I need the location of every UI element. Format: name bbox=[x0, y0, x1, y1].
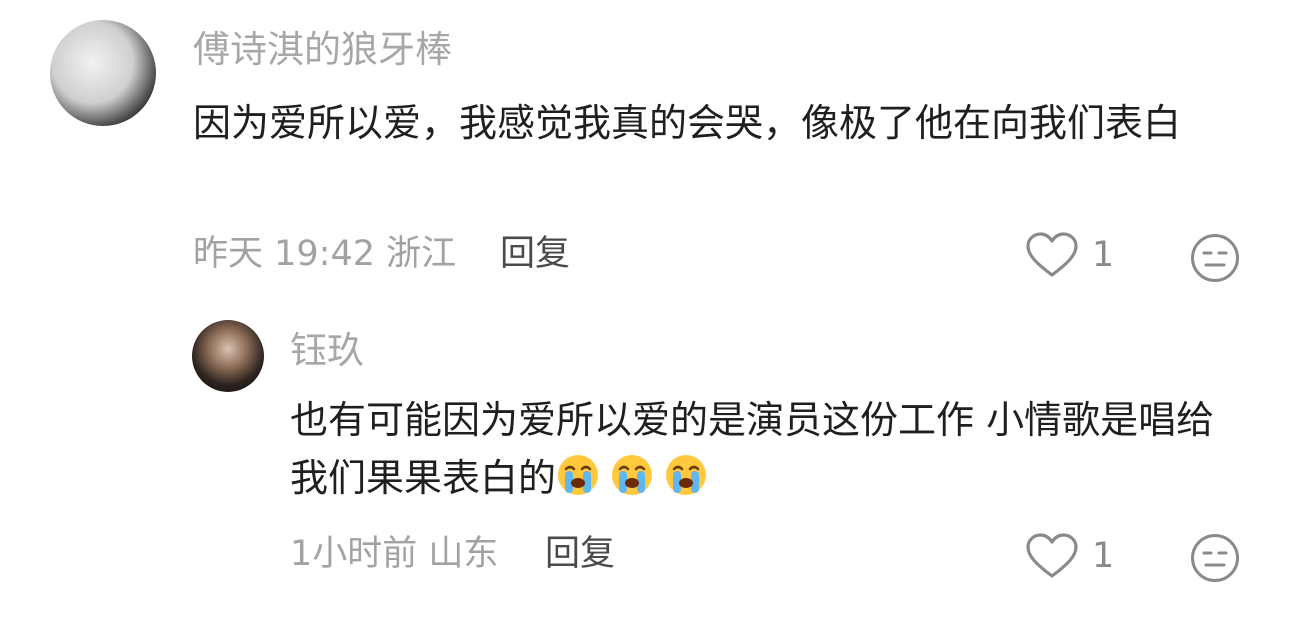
comment-text-body: 也有可能因为爱所以爱的是演员这份工作 小情歌是唱给我们果果表白的 bbox=[290, 398, 1215, 500]
comment-meta: 1小时前 山东 bbox=[290, 533, 498, 575]
like-button[interactable]: 1 bbox=[1026, 533, 1114, 579]
loudly-crying-face-icon bbox=[612, 455, 653, 495]
comment-username[interactable]: 傅诗淇的狼牙棒 bbox=[193, 28, 452, 72]
avatar[interactable] bbox=[192, 320, 264, 392]
comment-text: 也有可能因为爱所以爱的是演员这份工作 小情歌是唱给我们果果表白的 bbox=[290, 391, 1240, 507]
emoji-group bbox=[556, 455, 708, 500]
comment-location: 浙江 bbox=[386, 234, 457, 274]
avatar[interactable] bbox=[50, 20, 156, 126]
comment-text: 因为爱所以爱，我感觉我真的会哭，像极了他在向我们表白 bbox=[193, 101, 1182, 145]
reply-button[interactable]: 回复 bbox=[545, 533, 615, 575]
dislike-button[interactable] bbox=[1190, 533, 1240, 587]
comment-meta: 昨天 19:42 浙江 bbox=[193, 233, 456, 275]
like-count: 1 bbox=[1092, 536, 1115, 576]
unamused-face-icon bbox=[1191, 534, 1239, 582]
unamused-face-icon bbox=[1191, 234, 1239, 282]
heart-outline-icon bbox=[1026, 533, 1078, 578]
comment-time: 1小时前 bbox=[290, 534, 418, 574]
like-button[interactable]: 1 bbox=[1026, 232, 1114, 278]
comment-username[interactable]: 钰玖 bbox=[290, 329, 364, 373]
loudly-crying-face-icon bbox=[666, 455, 707, 495]
comment-time: 昨天 19:42 bbox=[193, 234, 375, 274]
comment-location: 山东 bbox=[428, 534, 499, 574]
like-count: 1 bbox=[1092, 235, 1115, 275]
heart-outline-icon bbox=[1026, 232, 1078, 277]
dislike-button[interactable] bbox=[1190, 233, 1240, 287]
reply-button[interactable]: 回复 bbox=[500, 233, 570, 275]
loudly-crying-face-icon bbox=[558, 455, 599, 495]
